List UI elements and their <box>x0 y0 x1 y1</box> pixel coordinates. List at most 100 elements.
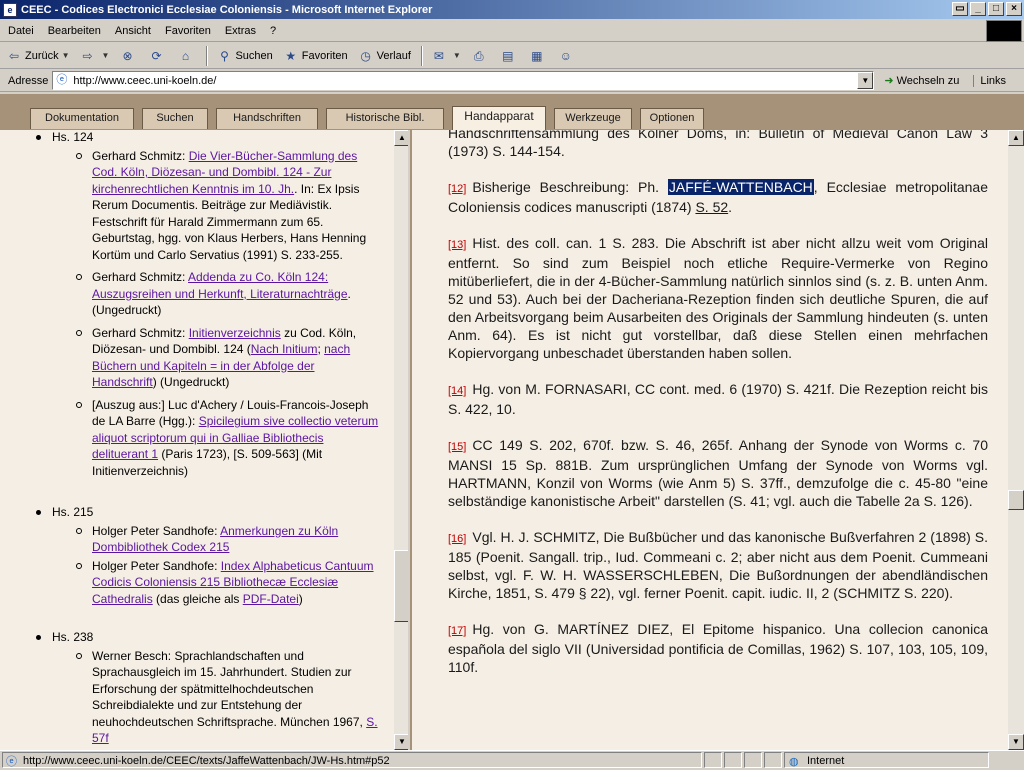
mail-button[interactable]: ✉ ▼ <box>431 48 461 64</box>
links-button[interactable]: Links <box>973 74 1006 87</box>
tab-werkzeuge[interactable]: Werkzeuge <box>554 108 632 129</box>
scroll-thumb[interactable] <box>394 550 408 622</box>
ie-icon: e <box>3 2 17 17</box>
address-label: Adresse <box>8 74 49 87</box>
home-button[interactable]: ⌂ <box>177 48 196 64</box>
footnote-number[interactable]: [14] <box>448 385 466 397</box>
globe-icon: ◍ <box>789 755 799 768</box>
discuss-button[interactable]: ▦ <box>529 48 548 64</box>
discuss-icon: ▦ <box>531 48 543 63</box>
list-item: Gerhard Schmitz: Initienverzeichnis zu C… <box>0 325 394 391</box>
list-item: Gerhard Schmitz: Addenda zu Co. Köln 124… <box>0 269 394 319</box>
address-url: http://www.ceec.uni-koeln.de/ <box>73 74 217 87</box>
list-item: Holger Peter Sandhofe: Anmerkungen zu Kö… <box>0 523 394 556</box>
reference-link[interactable]: Initienverzeichnis <box>189 326 281 340</box>
browser-content: Dokumentation Suchen Handschriften Histo… <box>0 94 1024 750</box>
windows-logo-icon <box>986 20 1022 42</box>
footnote-number[interactable]: [12] <box>448 183 466 195</box>
scroll-up-icon[interactable]: ▲ <box>1008 130 1024 146</box>
list-item: Hs. 124 <box>0 130 394 146</box>
refresh-button[interactable]: ⟳ <box>148 48 167 64</box>
scroll-up-icon[interactable]: ▲ <box>394 130 408 146</box>
reference-link[interactable]: Nach Initium <box>251 342 318 356</box>
page-icon: ⓔ <box>6 755 17 768</box>
list-item: Gerhard Schmitz: Die Vier-Bücher-Sammlun… <box>0 148 394 264</box>
messenger-button[interactable]: ☺ <box>558 48 577 64</box>
page-link[interactable]: S. 52 <box>695 199 728 215</box>
back-arrow-icon: ⇦ <box>8 48 20 63</box>
home-icon: ⌂ <box>181 48 190 63</box>
scroll-down-icon[interactable]: ▼ <box>1008 734 1024 750</box>
site-tab-bar: Dokumentation Suchen Handschriften Histo… <box>0 94 1024 130</box>
footnote: [17] Hg. von G. MARTÍNEZ DIEZ, El Epitome… <box>448 621 988 675</box>
footnote: [16] Vgl. H. J. SCHMITZ, Die Bußbücher un… <box>448 529 988 601</box>
right-scrollbar[interactable]: ▲ ▼ <box>1008 130 1024 750</box>
window-title: CEEC - Codices Electronici Ecclesiae Col… <box>21 3 433 16</box>
title-bar: e CEEC - Codices Electronici Ecclesiae C… <box>0 0 1024 19</box>
menu-bearbeiten[interactable]: Bearbeiten <box>48 25 101 37</box>
menu-ansicht[interactable]: Ansicht <box>115 25 151 37</box>
hs-label: Hs. 124 <box>52 130 94 144</box>
footnote-number[interactable]: [17] <box>448 625 466 637</box>
mail-icon: ✉ <box>433 48 444 63</box>
edit-button[interactable]: ▤ <box>500 48 519 64</box>
messenger-icon: ☺ <box>559 48 572 63</box>
footnote: [15] CC 149 S. 202, 670f. bzw. S. 46, 265… <box>448 437 988 509</box>
edit-icon: ▤ <box>502 48 514 63</box>
print-icon: ⎙ <box>474 48 484 63</box>
reference-link[interactable]: PDF-Datei <box>243 592 299 606</box>
go-arrow-icon: ➜ <box>884 75 894 87</box>
address-bar: Adresse ⓔ http://www.ceec.uni-koeln.de/ … <box>0 70 1024 92</box>
history-button[interactable]: ◷ Verlauf <box>358 48 411 64</box>
restore-icon[interactable]: ▭ <box>952 2 968 16</box>
page-icon: ⓔ <box>56 74 68 86</box>
menu-favoriten[interactable]: Favoriten <box>165 25 211 37</box>
scroll-thumb[interactable] <box>1008 490 1024 510</box>
left-scrollbar[interactable]: ▲ ▼ <box>394 130 408 750</box>
menu-extras[interactable]: Extras <box>225 25 256 37</box>
tab-suchen[interactable]: Suchen <box>142 108 208 129</box>
search-icon: ⚲ <box>220 48 229 63</box>
manuscript-list: Hs. 124 Gerhard Schmitz: Die Vier-Bücher… <box>0 130 394 750</box>
forward-button[interactable]: ⇨ ▼ <box>80 48 110 64</box>
go-button[interactable]: ➜ Wechseln zu <box>884 74 959 88</box>
list-item: Holger Peter Sandhofe: Index Alphabeticu… <box>0 558 394 608</box>
footnote-number[interactable]: [15] <box>448 441 466 453</box>
scroll-down-icon[interactable]: ▼ <box>394 734 408 750</box>
tab-historische-bibl[interactable]: Historische Bibl. <box>326 108 444 129</box>
status-text: ⓔ http://www.ceec.uni-koeln.de/CEEC/texts… <box>2 751 702 768</box>
right-frame: Handschriftensammlung des Kölner Doms, i… <box>412 130 1024 750</box>
footnote: [14] Hg. von M. FORNASARI, CC cont. med. … <box>448 381 988 417</box>
menu-datei[interactable]: Datei <box>8 25 34 37</box>
status-bar: ⓔ http://www.ceec.uni-koeln.de/CEEC/texts… <box>0 750 1024 768</box>
footnote-number[interactable]: [16] <box>448 533 466 545</box>
highlighted-term: JAFFÉ-WATTENBACH <box>667 179 814 195</box>
tab-dokumentation[interactable]: Dokumentation <box>30 108 134 129</box>
list-item: [Auszug aus:] Luc d'Achery / Louis-Franc… <box>0 397 394 480</box>
tab-optionen[interactable]: Optionen <box>640 108 704 129</box>
maximize-button[interactable]: □ <box>988 2 1004 16</box>
history-icon: ◷ <box>360 48 371 63</box>
tab-handapparat[interactable]: Handapparat <box>452 106 546 130</box>
address-input[interactable]: ⓔ http://www.ceec.uni-koeln.de/ ▼ <box>52 71 875 90</box>
stop-button[interactable]: ⊗ <box>119 48 138 64</box>
footnotes-text: Handschriftensammlung des Kölner Doms, i… <box>448 130 988 694</box>
menu-bar: Datei Bearbeiten Ansicht Favoriten Extra… <box>0 20 1024 42</box>
footnote-continuation: Handschriftensammlung des Kölner Doms, i… <box>448 130 988 159</box>
footnote: [13] Hist. des coll. can. 1 S. 283. Die A… <box>448 235 988 361</box>
close-button[interactable]: × <box>1006 2 1022 16</box>
toolbar: ⇦ Zurück ▼ ⇨ ▼ ⊗ ⟳ ⌂ ⚲ Suchen ★ Favoriten ◷ Ve… <box>0 43 1024 69</box>
minimize-button[interactable]: _ <box>970 2 986 16</box>
favorites-button[interactable]: ★ Favoriten <box>283 48 347 64</box>
menu-help[interactable]: ? <box>270 25 276 37</box>
address-dropdown-icon[interactable]: ▼ <box>857 72 874 89</box>
tab-handschriften[interactable]: Handschriften <box>216 108 318 129</box>
list-item: Hs. 215 <box>0 504 394 521</box>
print-button[interactable]: ⎙ <box>471 48 490 64</box>
back-button[interactable]: ⇦ Zurück ▼ <box>6 48 70 64</box>
refresh-icon: ⟳ <box>151 48 162 63</box>
stop-icon: ⊗ <box>122 48 133 63</box>
list-item: Werner Besch: Sprachlandschaften und Spr… <box>0 648 394 747</box>
footnote-number[interactable]: [13] <box>448 239 466 251</box>
search-button[interactable]: ⚲ Suchen <box>216 48 273 64</box>
